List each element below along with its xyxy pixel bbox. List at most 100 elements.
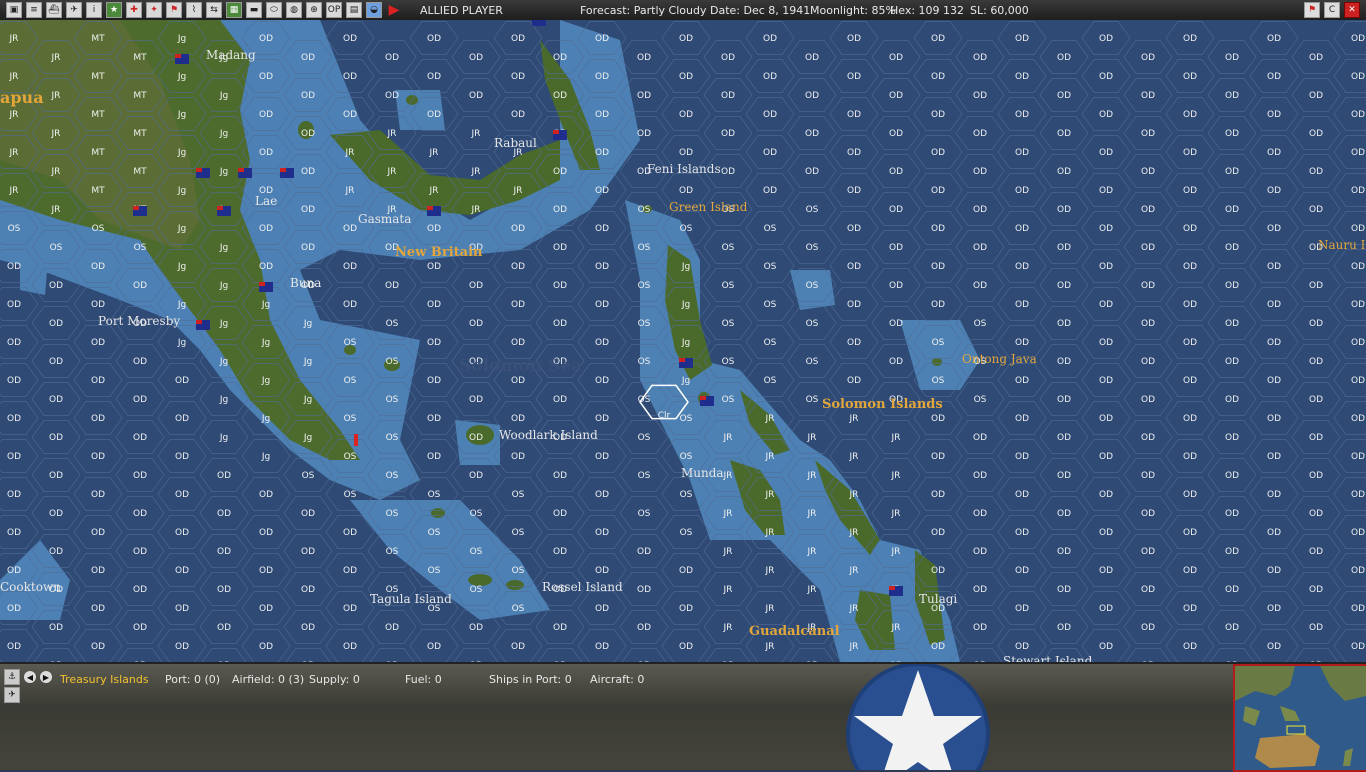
star-icon[interactable]: ★ [106, 2, 122, 18]
location-name[interactable]: Treasury Islands [60, 673, 149, 686]
hex-terrain-label: OD [1057, 433, 1071, 443]
hex-terrain-label: OD [1057, 319, 1071, 329]
target-icon[interactable]: ✦ [146, 2, 162, 18]
unit-flag-icon[interactable] [259, 282, 273, 292]
hex-terrain-label: OD [1309, 433, 1323, 443]
unit-flag-icon[interactable] [133, 206, 147, 216]
red-flag-icon[interactable]: ✚ [126, 2, 142, 18]
anchor-icon[interactable]: ⚓ [4, 669, 20, 685]
hex-terrain-label: OD [973, 91, 987, 101]
map-canvas[interactable]: JR JR JR JR JR OS OD OD OD OD OD OD OD OD OD OD OD JR JR JR… [0, 20, 1366, 662]
aircraft-icon[interactable]: ✈ [4, 687, 20, 703]
hex-terrain-label: OD [931, 224, 945, 234]
hex-terrain-label: OD [595, 262, 609, 272]
hex-terrain-label: OD [595, 148, 609, 158]
unit-flag-icon[interactable] [679, 358, 693, 368]
info-icon[interactable]: i [86, 2, 102, 18]
hex-terrain-label: OD [595, 376, 609, 386]
end-turn-icon[interactable]: ▶ [386, 2, 402, 18]
hex-terrain-label: OD [889, 357, 903, 367]
unit-flag-icon[interactable] [175, 54, 189, 64]
hex-terrain-label: Jg [177, 186, 186, 196]
hex-terrain-label: OD [553, 53, 567, 63]
hex-terrain-label: OD [1351, 604, 1365, 614]
hex-terrain-label: OD [511, 452, 525, 462]
hex-terrain-label: OD [595, 338, 609, 348]
hex-terrain-label: JR [387, 129, 397, 139]
unit-flag-icon[interactable] [280, 168, 294, 178]
hex-terrain-label: Jg [303, 319, 312, 329]
hex-terrain-label: OD [217, 471, 231, 481]
air-report-icon[interactable]: ✈ [66, 2, 82, 18]
hex-terrain-label: OD [1351, 148, 1365, 158]
group-icon[interactable]: ▦ [226, 2, 242, 18]
hex-terrain-label: OD [595, 452, 609, 462]
place-label: Madang [206, 48, 256, 62]
close-icon[interactable]: ✕ [1344, 2, 1360, 18]
hex-terrain-label: OD [1099, 566, 1113, 576]
hex-map[interactable]: JR JR JR JR JR OS OD OD OD OD OD OD OD OD OD OD OD JR JR JR… [0, 20, 1366, 662]
flag-icon[interactable]: ⚑ [166, 2, 182, 18]
hex-terrain-label: OD [973, 281, 987, 291]
hex-terrain-label: OD [1141, 509, 1155, 519]
hex-terrain-label: OD [259, 72, 273, 82]
hex-terrain-label: OD [511, 300, 525, 310]
unit-flag-icon[interactable] [532, 20, 546, 26]
hex-terrain-label: OS [512, 566, 525, 576]
port-value: Port: 0 (0) [165, 673, 221, 686]
grid-icon[interactable]: ▤ [346, 2, 362, 18]
hex-terrain-label: OD [259, 148, 273, 158]
hex-terrain-label: OD [763, 148, 777, 158]
minimap[interactable] [1233, 664, 1366, 772]
next-arrow-icon[interactable]: ▶ [40, 671, 52, 683]
hex-terrain-label: OD [1141, 395, 1155, 405]
hex-terrain-label: JR [471, 167, 481, 177]
hex-terrain-label: OD [1141, 433, 1155, 443]
hex-terrain-label: OS [470, 509, 483, 519]
hex-terrain-label: OS [806, 281, 819, 291]
unit-flag-icon[interactable] [217, 206, 231, 216]
restore-icon[interactable]: C [1324, 2, 1340, 18]
unit-flag-icon[interactable] [553, 130, 567, 140]
unit-flag-icon[interactable] [700, 396, 714, 406]
hex-terrain-label: OD [1015, 72, 1029, 82]
hex-terrain-label: OD [1183, 376, 1197, 386]
player-label: ALLIED PLAYER [420, 4, 503, 17]
disk-icon[interactable]: ▣ [6, 2, 22, 18]
op-report-icon[interactable]: OP [326, 2, 342, 18]
hex-terrain-label: OD [1351, 262, 1365, 272]
hex-terrain-label: OS [932, 338, 945, 348]
hex-terrain-label: OD [1099, 72, 1113, 82]
hex-terrain-label: Jg [177, 300, 186, 310]
hex-terrain-label: OS [134, 243, 147, 253]
hex-terrain-label: OD [1015, 186, 1029, 196]
place-label: Port Moresby [98, 314, 180, 328]
base-icon[interactable]: ⇆ [206, 2, 222, 18]
hex-terrain-label: OD [49, 357, 63, 367]
unit-flag-icon[interactable] [427, 206, 441, 216]
unit-flag-icon[interactable] [238, 168, 252, 178]
hex-terrain-label: OD [721, 91, 735, 101]
unit-flag-icon[interactable] [889, 586, 903, 596]
hex-terrain-label: MT [91, 148, 105, 158]
ops-icon[interactable]: ▬ [246, 2, 262, 18]
minimize-icon[interactable]: ⚑ [1304, 2, 1320, 18]
recon-icon[interactable]: ⊕ [306, 2, 322, 18]
globe-icon[interactable]: ◍ [286, 2, 302, 18]
hex-terrain-label: OD [637, 547, 651, 557]
hex-terrain-label: OD [1057, 509, 1071, 519]
hex-terrain-label: OD [343, 110, 357, 120]
hex-terrain-label: OD [679, 34, 693, 44]
hex-terrain-label: OS [344, 338, 357, 348]
hex-terrain-label: OS [680, 528, 693, 538]
ship2-icon[interactable]: ⬭ [266, 2, 282, 18]
list-icon[interactable]: ≡ [26, 2, 42, 18]
prev-arrow-icon[interactable]: ◀ [24, 671, 36, 683]
cloud-icon[interactable]: ◒ [366, 2, 382, 18]
chart-icon[interactable]: ⌇ [186, 2, 202, 18]
ship-report-icon[interactable]: ⛴ [46, 2, 62, 18]
hex-terrain-label: OD [91, 604, 105, 614]
unit-flag-icon[interactable] [196, 168, 210, 178]
hex-terrain-label: OD [1099, 300, 1113, 310]
unit-flag-icon[interactable] [196, 320, 210, 330]
